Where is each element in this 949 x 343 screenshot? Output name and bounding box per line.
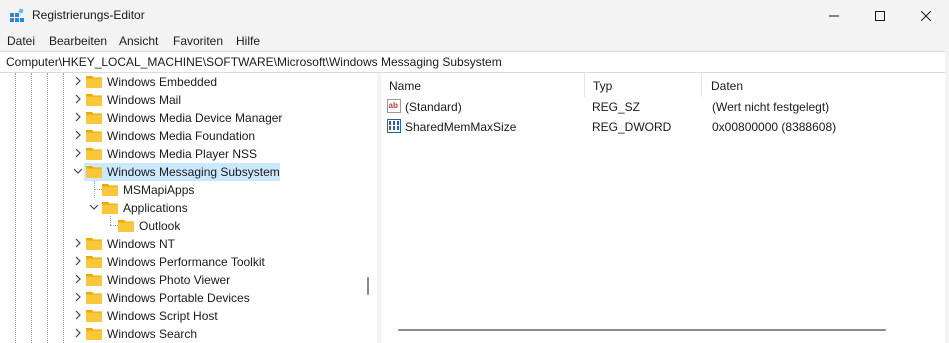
minimize-button[interactable] bbox=[811, 0, 857, 31]
values-list[interactable]: Name Typ Daten ab (Standard) REG_SZ (Wert n… bbox=[381, 73, 945, 343]
tree-item-label: MSMapiApps bbox=[123, 183, 195, 197]
binary-value-icon bbox=[387, 119, 401, 133]
tree-item-label: Windows Messaging Subsystem bbox=[107, 165, 280, 179]
column-header-data[interactable]: Daten bbox=[703, 73, 945, 97]
value-type: REG_SZ bbox=[592, 100, 641, 114]
tree-item[interactable]: Windows Media Player NSS bbox=[0, 145, 360, 163]
folder-icon bbox=[118, 220, 134, 232]
tree-item[interactable]: Applications bbox=[0, 199, 360, 217]
folder-icon bbox=[86, 292, 102, 304]
tree-item-label: Windows Media Device Manager bbox=[107, 111, 283, 125]
svg-text:ab: ab bbox=[389, 101, 398, 110]
tree-item-label: Windows Script Host bbox=[107, 309, 218, 323]
chevron-right-icon[interactable] bbox=[73, 238, 83, 248]
maximize-icon bbox=[875, 10, 885, 21]
value-type: REG_DWORD bbox=[592, 120, 672, 134]
maximize-button[interactable] bbox=[857, 0, 903, 31]
folder-icon bbox=[86, 166, 102, 178]
tree-scrollbar[interactable] bbox=[360, 73, 377, 343]
address-bar[interactable]: Computer\HKEY_LOCAL_MACHINE\SOFTWARE\Mic… bbox=[0, 51, 945, 73]
tree-item[interactable]: Windows NT bbox=[0, 235, 360, 253]
chevron-right-icon[interactable] bbox=[73, 130, 83, 140]
tree-item[interactable]: Windows Media Foundation bbox=[0, 127, 360, 145]
title-bar: Registrierungs-Editor bbox=[0, 0, 949, 31]
chevron-right-icon[interactable] bbox=[73, 328, 83, 338]
folder-icon bbox=[86, 76, 102, 88]
chevron-right-icon[interactable] bbox=[73, 112, 83, 122]
tree-item-label: Windows Portable Devices bbox=[107, 291, 250, 305]
chevron-right-icon[interactable] bbox=[73, 148, 83, 158]
menu-ansicht[interactable]: Ansicht bbox=[119, 34, 158, 48]
value-data: (Wert nicht festgelegt) bbox=[712, 100, 830, 114]
tree-item-label: Windows Photo Viewer bbox=[107, 273, 231, 287]
tree-item-label: Windows NT bbox=[107, 237, 176, 251]
tree-item[interactable]: Windows Media Device Manager bbox=[0, 109, 360, 127]
address-path: Computer\HKEY_LOCAL_MACHINE\SOFTWARE\Mic… bbox=[6, 55, 502, 69]
minimize-icon bbox=[829, 15, 839, 16]
tree-item-label: Applications bbox=[123, 201, 188, 215]
tree-item-label: Windows Media Foundation bbox=[107, 129, 256, 143]
column-header-name[interactable]: Name bbox=[381, 73, 584, 97]
folder-icon bbox=[86, 112, 102, 124]
value-row[interactable]: SharedMemMaxSize REG_DWORD 0x00800000 (838… bbox=[381, 118, 945, 136]
chevron-right-icon[interactable] bbox=[73, 94, 83, 104]
folder-icon bbox=[86, 148, 102, 160]
tree-item[interactable]: MSMapiApps bbox=[0, 181, 360, 199]
string-value-icon: ab bbox=[387, 99, 401, 113]
tree-item-label: Windows Media Player NSS bbox=[107, 147, 258, 161]
folder-icon bbox=[86, 94, 102, 106]
folder-icon bbox=[86, 256, 102, 268]
value-name: SharedMemMaxSize bbox=[405, 120, 517, 134]
folder-icon bbox=[102, 184, 118, 196]
chevron-down-icon[interactable] bbox=[73, 166, 83, 176]
value-name: (Standard) bbox=[405, 100, 462, 114]
tree-item[interactable]: Windows Photo Viewer bbox=[0, 271, 360, 289]
registry-editor-icon bbox=[10, 8, 24, 22]
tree-item[interactable]: Windows Portable Devices bbox=[0, 289, 360, 307]
value-row[interactable]: ab (Standard) REG_SZ (Wert nicht festgelegt… bbox=[381, 98, 945, 116]
tree-item-label: Windows Mail bbox=[107, 93, 182, 107]
window-title: Registrierungs-Editor bbox=[32, 8, 145, 22]
tree-item-label: Windows Performance Toolkit bbox=[107, 255, 265, 269]
folder-icon bbox=[86, 310, 102, 322]
tree-item[interactable]: Windows Mail bbox=[0, 91, 360, 109]
key-tree[interactable]: Windows Embedded Windows Mail Windows Medi… bbox=[0, 73, 377, 343]
menu-hilfe[interactable]: Hilfe bbox=[236, 34, 260, 48]
menu-favoriten[interactable]: Favoriten bbox=[173, 34, 223, 48]
value-data: 0x00800000 (8388608) bbox=[712, 120, 837, 134]
folder-icon bbox=[86, 130, 102, 142]
tree-item-label: Windows Search bbox=[107, 327, 198, 341]
tree-item[interactable]: Outlook bbox=[0, 217, 360, 235]
menu-bearbeiten[interactable]: Bearbeiten bbox=[49, 34, 107, 48]
tree-item-label: Windows Embedded bbox=[107, 75, 218, 89]
tree-scrollbar-thumb[interactable] bbox=[367, 277, 369, 295]
chevron-right-icon[interactable] bbox=[73, 292, 83, 302]
tree-item-label: Outlook bbox=[139, 219, 181, 233]
close-icon bbox=[921, 10, 931, 21]
folder-icon bbox=[86, 274, 102, 286]
column-separator[interactable] bbox=[701, 73, 702, 97]
folder-icon bbox=[102, 202, 118, 214]
chevron-right-icon[interactable] bbox=[73, 256, 83, 266]
chevron-right-icon[interactable] bbox=[73, 274, 83, 284]
column-header-type[interactable]: Typ bbox=[585, 73, 701, 97]
tree-item[interactable]: Windows Messaging Subsystem bbox=[0, 163, 360, 181]
tree-item[interactable]: Windows Script Host bbox=[0, 307, 360, 325]
folder-icon bbox=[86, 238, 102, 250]
tree-item[interactable]: Windows Search bbox=[0, 325, 360, 343]
folder-icon bbox=[86, 328, 102, 340]
chevron-down-icon[interactable] bbox=[89, 202, 99, 212]
menu-datei[interactable]: Datei bbox=[7, 34, 35, 48]
tree-item[interactable]: Windows Performance Toolkit bbox=[0, 253, 360, 271]
chevron-right-icon[interactable] bbox=[73, 76, 83, 86]
chevron-right-icon[interactable] bbox=[73, 310, 83, 320]
tree-item[interactable]: Windows Embedded bbox=[0, 73, 360, 91]
close-button[interactable] bbox=[903, 0, 949, 31]
values-horizontal-scrollbar[interactable] bbox=[398, 329, 886, 331]
menu-bar: Datei Bearbeiten Ansicht Favoriten Hilfe bbox=[0, 31, 949, 51]
